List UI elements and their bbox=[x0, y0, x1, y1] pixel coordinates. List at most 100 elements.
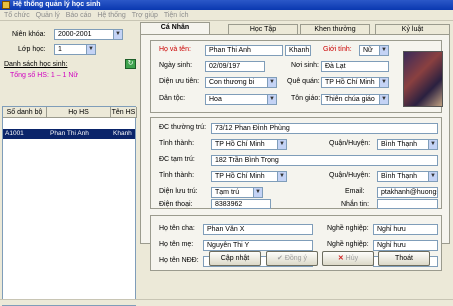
exit-button[interactable]: Thoát bbox=[378, 251, 430, 266]
student-photo[interactable] bbox=[403, 51, 443, 107]
que-quan-label: Quê quán: bbox=[287, 78, 320, 85]
dc-thuong-tru-label: ĐC thường trú: bbox=[159, 124, 207, 131]
cancel-label: Hủy bbox=[345, 255, 359, 262]
ndd-label: Họ tên NĐĐ: bbox=[159, 257, 199, 264]
left-panel: Niên khóa: 2000-2001 ▼ Lớp học: 1 ▼ Danh s… bbox=[0, 22, 138, 306]
menu-quan-ly[interactable]: Quản lý bbox=[36, 10, 60, 21]
nhan-tin-input[interactable] bbox=[377, 199, 438, 209]
grid-header-ten[interactable]: Tên HS bbox=[111, 107, 137, 118]
cha-label: Họ tên cha: bbox=[159, 225, 195, 232]
gioi-tinh-value: Nữ bbox=[363, 47, 373, 54]
quan-huyen2-label: Quận/Huyện: bbox=[329, 172, 371, 179]
email-label: Email: bbox=[345, 188, 365, 195]
nghe-cha-label: Nghề nghiệp: bbox=[327, 225, 369, 232]
menu-tien-ich[interactable]: Tiện ích bbox=[164, 10, 189, 21]
agree-label: Đồng ý bbox=[284, 255, 307, 262]
ten-input[interactable]: Khanh bbox=[285, 45, 311, 56]
chevron-down-icon: ▼ bbox=[277, 140, 286, 149]
ngay-sinh-input[interactable]: 02/09/197 bbox=[205, 61, 265, 72]
noi-sinh-input[interactable]: Đà Lạt bbox=[321, 61, 389, 72]
dan-toc-select[interactable]: Hoa ▼ bbox=[205, 94, 277, 105]
gioi-tinh-select[interactable]: Nữ ▼ bbox=[359, 45, 389, 56]
que-quan-select[interactable]: TP Hồ Chí Minh ▼ bbox=[321, 77, 389, 88]
nghe-me-input[interactable]: Nghỉ hưu bbox=[373, 240, 438, 251]
me-label: Họ tên mẹ: bbox=[159, 241, 194, 248]
tab-strip: Cá Nhân Học Tập Khen thưởng Kỷ luật bbox=[140, 22, 453, 35]
personal-group: Họ và tên: Phan Thi Anh Khanh Giới tính:… bbox=[150, 40, 443, 113]
window-title: Hệ thống quản lý học sinh bbox=[13, 1, 101, 8]
menu-bao-cao[interactable]: Báo cáo bbox=[66, 10, 92, 21]
cell-sdb: A1001 bbox=[5, 130, 24, 137]
quan-huyen-label: Quận/Huyện: bbox=[329, 140, 371, 147]
chevron-down-icon: ▼ bbox=[267, 78, 276, 87]
nien-khoa-select[interactable]: 2000-2001 ▼ bbox=[54, 29, 123, 40]
chevron-down-icon: ▼ bbox=[379, 78, 388, 87]
dien-uu-tien-value: Con thương bi bbox=[209, 79, 255, 86]
me-input[interactable]: Nguyễn Thi Y bbox=[203, 240, 313, 251]
dien-thoai-input[interactable]: 8383962 bbox=[211, 199, 271, 209]
nien-khoa-label: Niên khóa: bbox=[12, 31, 46, 38]
close-icon: ✕ bbox=[337, 255, 346, 262]
ton-giao-select[interactable]: Thiên chúa giáo ▼ bbox=[321, 94, 389, 105]
ho-input[interactable]: Phan Thi Anh bbox=[205, 45, 283, 56]
dien-uu-tien-label: Diện ưu tiên: bbox=[159, 78, 200, 85]
grid-header-ho[interactable]: Họ HS bbox=[47, 107, 111, 118]
ton-giao-value: Thiên chúa giáo bbox=[325, 96, 375, 103]
noi-sinh-label: Nơi sinh: bbox=[291, 62, 319, 69]
dien-uu-tien-select[interactable]: Con thương bi ▼ bbox=[205, 77, 277, 88]
nghe-me-label: Nghề nghiệp: bbox=[327, 241, 369, 248]
dan-toc-value: Hoa bbox=[209, 96, 222, 103]
menu-bar: Tổ chức Quản lý Báo cáo Hệ thống Trợ giú… bbox=[0, 10, 453, 21]
menu-tro-giup[interactable]: Trợ giúp bbox=[132, 10, 158, 21]
tinh-thanh2-value: TP Hồ Chí Minh bbox=[215, 173, 265, 180]
list-label: Danh sách học sinh: bbox=[4, 61, 68, 68]
agree-button[interactable]: ✔ Đồng ý bbox=[266, 251, 318, 266]
que-quan-value: TP Hồ Chí Minh bbox=[325, 79, 375, 86]
tinh-thanh2-select[interactable]: TP Hồ Chí Minh ▼ bbox=[211, 171, 287, 182]
quan-huyen-value: Bình Thạnh bbox=[381, 141, 418, 148]
nien-khoa-value: 2000-2001 bbox=[58, 31, 92, 38]
status-bar bbox=[0, 299, 453, 305]
dc-tam-tru-input[interactable]: 182 Trần Bình Trọng bbox=[211, 155, 438, 166]
ho-ten-label: Họ và tên: bbox=[159, 46, 191, 53]
chevron-down-icon: ▼ bbox=[86, 45, 95, 54]
menu-to-chuc[interactable]: Tổ chức bbox=[4, 10, 30, 21]
dien-luu-tru-label: Diện lưu trú: bbox=[159, 188, 198, 195]
chevron-down-icon: ▼ bbox=[379, 95, 388, 104]
refresh-icon[interactable]: ↻ bbox=[125, 59, 136, 69]
grid-header-sdb[interactable]: Số danh bộ bbox=[3, 107, 47, 118]
app-icon bbox=[2, 1, 10, 9]
chevron-down-icon: ▼ bbox=[428, 140, 437, 149]
menu-he-thong[interactable]: Hệ thống bbox=[97, 10, 125, 21]
nghe-cha-input[interactable]: Nghỉ hưu bbox=[373, 224, 438, 235]
quan-huyen2-value: Bình Thạnh bbox=[381, 173, 418, 180]
cha-input[interactable]: Phan Văn X bbox=[203, 224, 313, 235]
main-window: Hệ thống quản lý học sinh Tổ chức Quản l… bbox=[0, 0, 453, 306]
cell-ho: Phan Thi Anh bbox=[50, 130, 89, 137]
lop-hoc-select[interactable]: 1 ▼ bbox=[54, 44, 96, 55]
address-group: ĐC thường trú: 73/12 Phan Đình Phùng Tỉn… bbox=[150, 117, 442, 209]
chevron-down-icon: ▼ bbox=[428, 172, 437, 181]
tinh-thanh-select[interactable]: TP Hồ Chí Minh ▼ bbox=[211, 139, 287, 150]
tab-panel: Họ và tên: Phan Thi Anh Khanh Giới tính:… bbox=[140, 34, 450, 271]
check-icon: ✔ bbox=[277, 255, 285, 262]
lop-hoc-value: 1 bbox=[58, 46, 62, 53]
email-input[interactable]: ptakhanh@huongsen.co bbox=[377, 187, 438, 198]
dien-luu-tru-select[interactable]: Tạm trú ▼ bbox=[211, 187, 263, 198]
total-students: Tổng số HS: 1 – 1 Nữ bbox=[10, 72, 79, 79]
cancel-button[interactable]: ✕ Hủy bbox=[322, 251, 374, 266]
tinh-thanh-label: Tỉnh thành: bbox=[159, 140, 195, 147]
dien-luu-tru-value: Tạm trú bbox=[215, 189, 240, 196]
student-grid: Số danh bộ Họ HS Tên HS A1001 Phan Thi A… bbox=[2, 106, 137, 306]
quan-huyen2-select[interactable]: Bình Thạnh ▼ bbox=[377, 171, 438, 182]
table-row[interactable]: A1001 Phan Thi Anh Khanh bbox=[3, 129, 135, 139]
quan-huyen-select[interactable]: Bình Thạnh ▼ bbox=[377, 139, 438, 150]
chevron-down-icon: ▼ bbox=[277, 172, 286, 181]
dien-thoai-label: Điện thoại: bbox=[159, 201, 193, 208]
dc-thuong-tru-input[interactable]: 73/12 Phan Đình Phùng bbox=[211, 123, 438, 134]
chevron-down-icon: ▼ bbox=[379, 46, 388, 55]
update-button[interactable]: Cập nhật bbox=[209, 251, 261, 266]
chevron-down-icon: ▼ bbox=[113, 30, 122, 39]
ngay-sinh-label: Ngày sinh: bbox=[159, 62, 193, 69]
lop-hoc-label: Lớp học: bbox=[18, 46, 46, 53]
